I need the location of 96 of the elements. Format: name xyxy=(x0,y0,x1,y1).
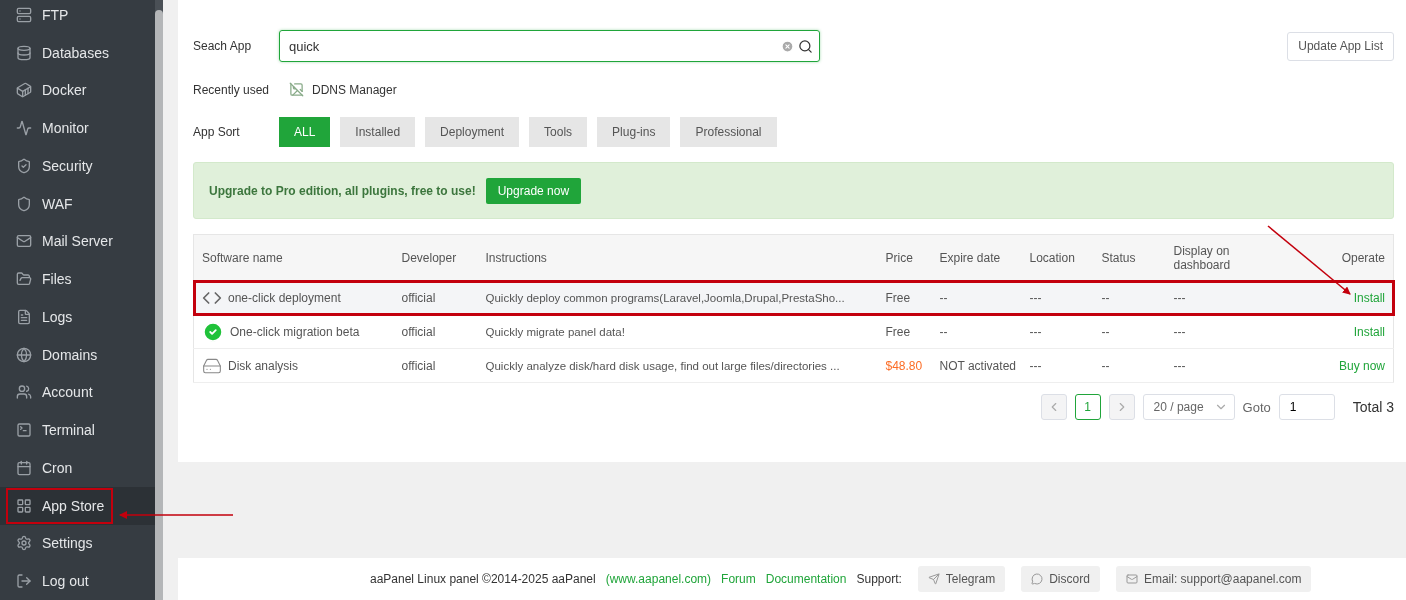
calendar-icon xyxy=(16,459,32,476)
prev-page-button[interactable] xyxy=(1040,394,1067,420)
sidebar-item[interactable]: WAF xyxy=(0,184,155,223)
status-cell: -- xyxy=(1101,324,1110,339)
terminal-icon xyxy=(16,422,32,439)
software-name: one-click deployment xyxy=(228,290,341,305)
sidebar-item[interactable]: Databases xyxy=(0,33,155,72)
location-cell: --- xyxy=(1029,324,1042,339)
document-icon xyxy=(16,308,32,325)
status-cell: -- xyxy=(1101,290,1110,305)
shield-icon xyxy=(16,195,32,212)
instructions-cell: Quickly migrate panel data! xyxy=(485,325,625,338)
sort-tab[interactable]: Deployment xyxy=(425,117,520,147)
sidebar-item[interactable]: App Store xyxy=(0,486,155,525)
folder-icon xyxy=(16,271,32,288)
container-icon xyxy=(16,82,32,99)
globe-icon xyxy=(16,346,32,363)
sidebar-item[interactable]: Docker xyxy=(0,71,155,110)
page-size-select[interactable]: 20 / page xyxy=(1142,394,1235,420)
display-cell: --- xyxy=(1173,358,1186,373)
display-cell: --- xyxy=(1173,324,1186,339)
search-label: Seach App xyxy=(193,39,253,53)
sidebar-item[interactable]: Files xyxy=(0,260,155,298)
search-icon[interactable] xyxy=(798,38,813,54)
column-header: Location xyxy=(1029,250,1075,265)
column-header: Developer xyxy=(401,250,457,265)
column-header: Price xyxy=(885,250,913,265)
price-cell: $48.80 xyxy=(885,358,923,373)
instructions-cell: Quickly deploy common programs(Laravel,Joomla,Drupal,PrestaSho... xyxy=(485,291,845,304)
sort-tab[interactable]: Installed xyxy=(340,117,416,147)
sidebar-item[interactable]: Mail Server xyxy=(0,222,155,261)
expire-cell: -- xyxy=(939,290,948,305)
scrollbar[interactable] xyxy=(155,10,163,600)
goto-input[interactable]: 1 xyxy=(1278,394,1335,420)
sort-tab[interactable]: Professional xyxy=(680,117,777,147)
support-button[interactable]: Discord xyxy=(1021,566,1100,592)
sidebar-item[interactable]: Account xyxy=(0,373,155,412)
recently-used-label: Recently used xyxy=(193,82,271,97)
display-cell: --- xyxy=(1173,290,1186,305)
sidebar-item[interactable]: Security xyxy=(0,147,155,185)
column-header: Instructions xyxy=(485,250,547,265)
support-button[interactable]: Email: support@aapanel.com xyxy=(1115,566,1312,592)
clear-icon[interactable] xyxy=(781,39,794,53)
column-header: Operate xyxy=(1341,250,1385,265)
instructions-cell: Quickly analyze disk/hard disk usage, find out large files/directories ... xyxy=(485,359,840,372)
goto-label: Goto xyxy=(1242,399,1271,415)
search-box[interactable]: quick xyxy=(279,30,820,62)
broken-image-icon xyxy=(289,82,304,97)
support-label: Support: xyxy=(856,572,902,586)
expire-cell: -- xyxy=(939,324,948,339)
developer-cell: official xyxy=(401,290,436,305)
settings-icon xyxy=(16,535,32,552)
update-app-list-button[interactable]: Update App List xyxy=(1287,31,1394,61)
users-icon xyxy=(16,384,32,401)
logout-icon xyxy=(16,573,32,590)
sidebar-item[interactable]: Log out xyxy=(0,562,155,600)
sidebar-item[interactable]: Domains xyxy=(0,335,155,374)
check-circle-icon xyxy=(202,320,224,343)
column-header: Display on dashboard xyxy=(1173,243,1232,272)
sidebar-item[interactable]: Terminal xyxy=(0,411,155,449)
server-icon xyxy=(16,6,32,23)
activity-icon xyxy=(16,120,32,137)
sidebar-item[interactable]: Settings xyxy=(0,524,155,563)
copyright-text: aaPanel Linux panel ©2014-2025 aaPanel xyxy=(370,572,596,586)
sidebar-item[interactable]: FTP xyxy=(0,0,155,34)
sidebar-item[interactable]: Cron xyxy=(0,449,155,487)
grid-icon xyxy=(16,497,32,514)
price-cell: Free xyxy=(885,290,911,305)
price-cell: Free xyxy=(885,324,911,339)
support-button[interactable]: Telegram xyxy=(917,566,1006,592)
status-cell: -- xyxy=(1101,358,1110,373)
software-name: One-click migration beta xyxy=(230,324,360,339)
column-header: Software name xyxy=(202,250,283,265)
developer-cell: official xyxy=(401,358,436,373)
sidebar-item[interactable]: Monitor xyxy=(0,109,155,147)
database-icon xyxy=(16,44,32,61)
next-page-button[interactable] xyxy=(1108,394,1135,420)
expire-cell: NOT activated xyxy=(939,358,1016,373)
developer-cell: official xyxy=(401,324,436,339)
mail-icon xyxy=(16,233,32,250)
location-cell: --- xyxy=(1029,358,1042,373)
app-sort-label: App Sort xyxy=(193,125,241,139)
sort-tab[interactable]: Plug-ins xyxy=(597,117,671,147)
column-header: Expire date xyxy=(939,250,1001,265)
location-cell: --- xyxy=(1029,290,1042,305)
recent-app-link[interactable]: DDNS Manager xyxy=(289,82,397,97)
total-count: Total 3 xyxy=(1352,399,1394,415)
mail-icon xyxy=(1125,573,1138,585)
sidebar-item[interactable]: Logs xyxy=(0,298,155,336)
column-header: Status xyxy=(1101,250,1136,265)
software-name: Disk analysis xyxy=(228,358,299,373)
chat-icon xyxy=(1031,573,1044,585)
banner-text: Upgrade to Pro edition, all plugins, free to use! xyxy=(209,183,476,198)
shield-check-icon xyxy=(16,157,32,174)
send-icon xyxy=(927,573,940,585)
sort-tab[interactable]: Tools xyxy=(529,117,588,147)
